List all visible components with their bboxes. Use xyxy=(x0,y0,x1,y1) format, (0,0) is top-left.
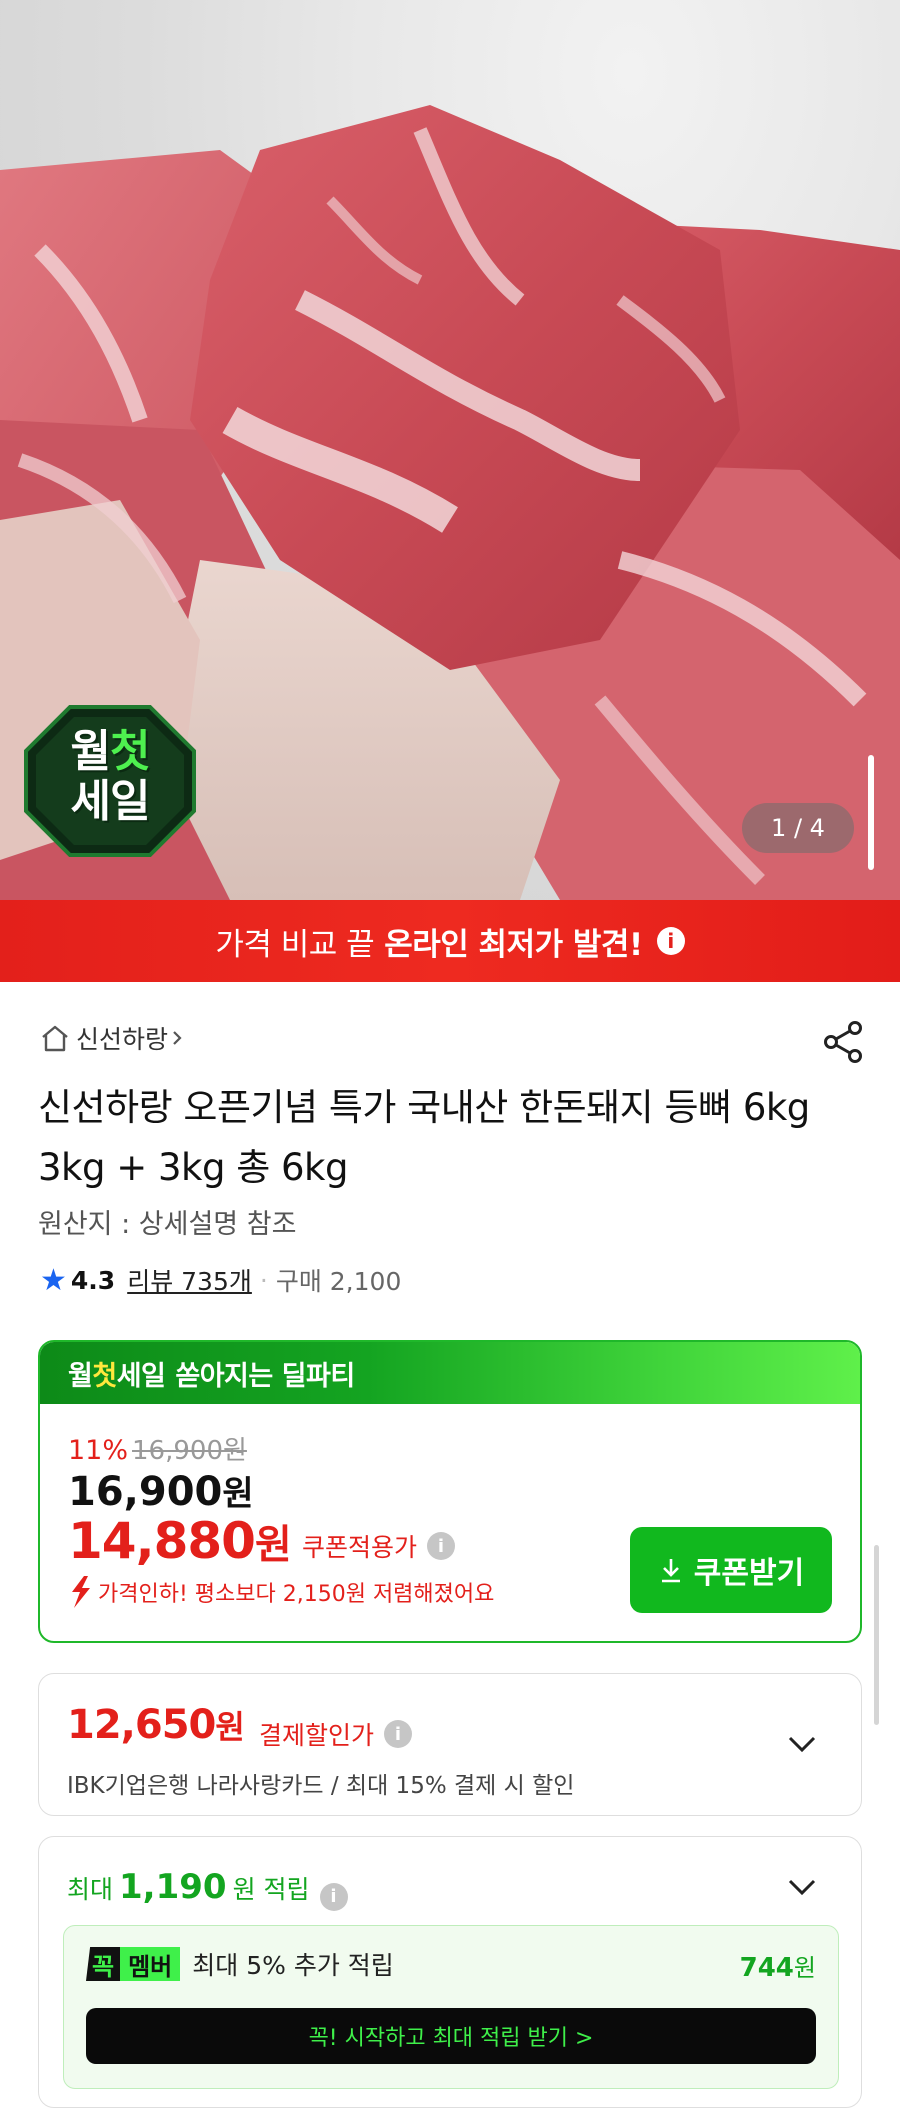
price-drop-arrow-icon xyxy=(72,1576,90,1608)
payment-price: 12,650원 xyxy=(67,1702,245,1748)
coupon-price: 14,880원 xyxy=(68,1512,292,1570)
info-icon[interactable]: i xyxy=(319,1882,348,1911)
max-points-prefix: 최대 xyxy=(67,1875,114,1904)
deal-head-text: 월 xyxy=(68,1360,93,1392)
badge-text-2: 세일 xyxy=(70,776,151,827)
get-coupon-button[interactable]: 쿠폰받기 xyxy=(630,1527,832,1613)
max-points-amount: 1,190 xyxy=(119,1867,227,1907)
price-drop-text: 가격인하! 평소보다 2,150원 저렴해졌어요 xyxy=(98,1582,495,1607)
price-drop-note: 가격인하! 평소보다 2,150원 저렴해졌어요 xyxy=(68,1574,494,1610)
product-image[interactable]: 월첫 세일 1 / 4 xyxy=(0,0,900,900)
banner-bold-text: 온라인 최저가 발견! xyxy=(384,926,643,963)
deal-card: 월 첫 세일 쏟아지는 딜파티 11% 16,900원 16,900원 14,880원… xyxy=(38,1340,862,1643)
share-button[interactable] xyxy=(820,1018,868,1066)
extra-points-amount: 744 xyxy=(739,1953,794,1983)
image-scroll-indicator xyxy=(868,755,874,870)
card-discount-info: IBK기업은행 나라사랑카드 / 최대 15% 결제 시 할인 xyxy=(67,1773,575,1799)
kkok-member-badge: 꼭 멤버 xyxy=(86,1947,181,1981)
discount-rate: 11% xyxy=(68,1435,129,1466)
coupon-price-label: 쿠폰적용가 i xyxy=(302,1528,456,1564)
payment-price-unit: 원 xyxy=(215,1708,244,1746)
store-name: 신선하랑 xyxy=(76,1025,169,1054)
reviews-link[interactable]: 리뷰 735개 xyxy=(127,1262,252,1298)
rating-row: ★ 4.3 리뷰 735개 · 구매 2,100 xyxy=(40,1262,401,1298)
sale-price-value: 16,900 xyxy=(68,1469,223,1515)
coupon-price-value: 14,880 xyxy=(68,1512,256,1570)
info-icon[interactable]: i xyxy=(384,1720,413,1748)
deal-head-subtitle: 쏟아지는 딜파티 xyxy=(175,1360,355,1392)
page-scrollbar[interactable] xyxy=(874,1545,879,1725)
payment-label-text: 결제할인가 xyxy=(259,1721,375,1750)
member-extra-points: 꼭 멤버 최대 5% 추가 적립 744원 꼭! 시작하고 최대 적립 받기 > xyxy=(63,1925,839,2089)
purchase-count: 구매 2,100 xyxy=(275,1267,402,1296)
coupon-label-text: 쿠폰적용가 xyxy=(302,1533,418,1562)
extra-points-text: 최대 5% 추가 적립 xyxy=(192,1951,394,1980)
badge-member: 멤버 xyxy=(120,1947,181,1981)
chevron-down-icon[interactable] xyxy=(784,1726,820,1762)
max-points: 최대 1,190 원 적립 i xyxy=(67,1867,348,1911)
badge-kkok: 꼭 xyxy=(86,1947,121,1981)
info-icon[interactable]: i xyxy=(427,1532,456,1560)
month-first-sale-badge: 월첫 세일 xyxy=(24,705,196,857)
star-icon: ★ xyxy=(40,1262,67,1298)
info-icon[interactable]: i xyxy=(656,927,685,955)
store-link[interactable]: 신선하랑 xyxy=(40,1020,192,1056)
banner-text: 가격 비교 끝 xyxy=(215,926,375,963)
original-price: 16,900 xyxy=(132,1436,223,1466)
get-coupon-label: 쿠폰받기 xyxy=(693,1556,805,1591)
chevron-down-icon[interactable] xyxy=(784,1869,820,1905)
original-price-unit: 원 xyxy=(223,1436,247,1466)
extra-points-unit: 원 xyxy=(793,1954,816,1982)
lowest-price-banner[interactable]: 가격 비교 끝 온라인 최저가 발견! i xyxy=(0,900,900,982)
max-points-suffix: 원 적립 xyxy=(232,1875,310,1904)
origin-info: 원산지 : 상세설명 참조 xyxy=(38,1209,297,1240)
extra-points-value: 744원 xyxy=(740,1948,816,1983)
deal-header: 월 첫 세일 쏟아지는 딜파티 xyxy=(40,1342,860,1404)
deal-head-accent: 첫 xyxy=(92,1360,117,1392)
rating-score: 4.3 xyxy=(70,1265,116,1295)
badge-text-1: 월 xyxy=(70,726,111,777)
sale-price: 16,900원 xyxy=(68,1466,254,1515)
badge-text-accent: 첫 xyxy=(110,726,150,777)
product-title: 신선하랑 오픈기념 특가 국내산 한돈돼지 등뼈 6kg 3kg + 3kg 총… xyxy=(38,1086,810,1189)
discount-row: 11% 16,900원 xyxy=(68,1430,247,1467)
chevron-right-icon xyxy=(173,1031,182,1045)
payment-discount-card[interactable]: 12,650원 결제할인가 i IBK기업은행 나라사랑카드 / 최대 15% … xyxy=(38,1673,862,1816)
download-icon xyxy=(661,1559,680,1583)
deal-head-text-2: 세일 xyxy=(116,1360,166,1392)
start-membership-button[interactable]: 꼭! 시작하고 최대 적립 받기 > xyxy=(86,2008,816,2064)
sale-price-unit: 원 xyxy=(222,1474,254,1514)
member-row: 꼭 멤버 최대 5% 추가 적립 xyxy=(86,1946,394,1982)
home-icon xyxy=(42,1025,68,1052)
payment-price-value: 12,650 xyxy=(67,1702,216,1748)
payment-label: 결제할인가 i xyxy=(259,1716,413,1752)
points-card: 최대 1,190 원 적립 i 꼭 멤버 최대 5% 추가 적립 744원 꼭!… xyxy=(38,1836,862,2108)
coupon-price-unit: 원 xyxy=(254,1522,292,1568)
separator: · xyxy=(259,1265,268,1295)
image-counter: 1 / 4 xyxy=(742,803,854,853)
share-icon xyxy=(824,1021,862,1063)
